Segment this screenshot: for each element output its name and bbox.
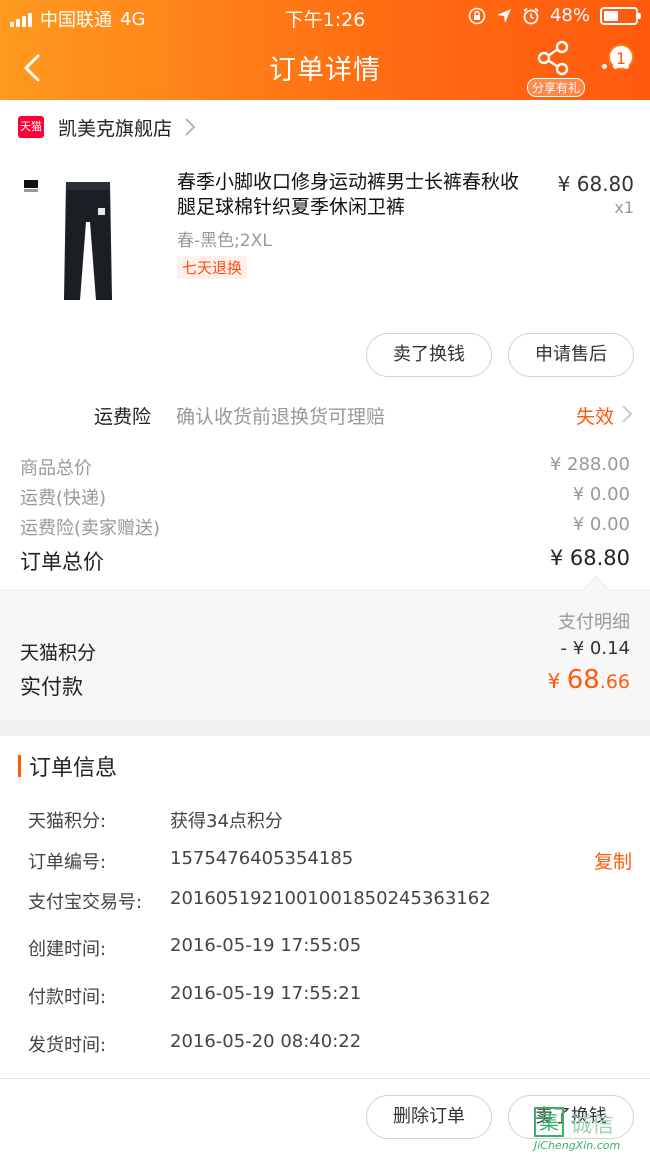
order-info-row: 发货时间: 2016-05-20 08:40:22: [28, 1028, 632, 1058]
watermark: 集 诚信 JiChengXin.com: [530, 1103, 648, 1155]
section-divider: [0, 720, 650, 736]
product-actions: 卖了换钱 申请售后: [366, 333, 634, 377]
battery-icon: [600, 6, 641, 25]
product-price: ¥ 68.80: [557, 172, 634, 196]
after-sales-button[interactable]: 申请售后: [508, 333, 634, 377]
paid-currency: ¥: [547, 669, 567, 693]
accent-bar: [18, 755, 21, 777]
delete-order-button[interactable]: 删除订单: [366, 1095, 492, 1139]
payment-detail-link[interactable]: 支付明细: [558, 608, 630, 634]
info-label: 天猫积分:: [28, 811, 107, 832]
product-sku: 春-黑色;2XL: [177, 231, 272, 251]
status-right: 48%: [468, 5, 641, 26]
nav-bar: 订单详情 分享有礼 1: [0, 34, 650, 100]
info-label: 支付宝交易号:: [28, 892, 143, 913]
product-title: 春季小脚收口修身运动裤男士长裤春秋收腿足球棉针织夏季休闲卫裤: [177, 171, 520, 218]
location-icon: [496, 8, 511, 23]
insurance-status: 失效: [575, 406, 614, 428]
lock-rotation-icon: [468, 7, 486, 24]
points-value: - ¥ 0.14: [560, 638, 630, 659]
product-thumbnail: [18, 172, 158, 312]
store-name: 凯美克旗舰店: [58, 117, 173, 140]
status-bar: 中国联通 4G 下午1:26 48%: [0, 0, 650, 34]
order-info-row: 订单编号: 1575476405354185 复制: [28, 845, 632, 875]
info-value: 2016-05-19 17:55:05: [170, 935, 362, 956]
chevron-right-icon: [185, 118, 196, 136]
summary-row: 运费(快递) ¥ 0.00: [0, 480, 650, 510]
summary-row: 运费险(卖家赠送) ¥ 0.00: [0, 510, 650, 540]
summary-value: ¥ 0.00: [572, 514, 630, 535]
points-label: 天猫积分: [20, 642, 97, 664]
summary-label: 商品总价: [20, 458, 92, 479]
info-label: 发货时间:: [28, 1035, 107, 1056]
summary-label: 运费险(卖家赠送): [20, 518, 161, 539]
order-total-value: ¥ 68.80: [549, 546, 630, 570]
info-value: 2016051921001001850245363162: [170, 888, 491, 909]
share-button[interactable]: 分享有礼: [524, 40, 586, 98]
payment-box: 支付明细 天猫积分 - ¥ 0.14 实付款 ¥ 68.66: [0, 575, 650, 720]
product-quantity: x1: [614, 198, 634, 217]
more-icon: [602, 64, 629, 69]
divider: [0, 1078, 650, 1079]
order-total-label: 订单总价: [20, 550, 104, 574]
watermark-logo: 集: [534, 1107, 564, 1137]
info-label: 创建时间:: [28, 939, 107, 960]
caret-up-icon: [581, 575, 611, 605]
tmall-logo: 天猫: [18, 116, 44, 138]
store-row[interactable]: 天猫 凯美克旗舰店: [0, 100, 650, 154]
summary-label: 运费(快递): [20, 488, 107, 509]
order-info-row: 创建时间: 2016-05-19 17:55:05: [28, 932, 632, 962]
paid-label: 实付款: [20, 675, 83, 699]
alarm-icon: [523, 7, 539, 24]
insurance-description: 确认收货前退换货可理赔: [176, 406, 386, 428]
product-item[interactable]: 春季小脚收口修身运动裤男士长裤春秋收腿足球棉针织夏季休闲卫裤 春-黑色;2XL …: [0, 160, 650, 320]
info-label: 付款时间:: [28, 987, 107, 1008]
chevron-right-icon: [622, 405, 632, 423]
price-summary: 商品总价 ¥ 288.00 运费(快递) ¥ 0.00 运费险(卖家赠送) ¥ …: [0, 450, 650, 580]
paid-amount: ¥ 68.66: [548, 665, 630, 695]
paid-decimal: .66: [599, 671, 630, 693]
order-total-row: 订单总价 ¥ 68.80: [0, 540, 650, 580]
info-value: 获得34点积分: [170, 811, 283, 832]
paid-integer: 68: [566, 665, 600, 695]
share-label: 分享有礼: [527, 78, 586, 97]
insurance-label: 运费险: [94, 406, 152, 428]
order-info-row: 支付宝交易号: 2016051921001001850245363162: [28, 885, 632, 915]
more-button[interactable]: 1: [598, 44, 638, 86]
summary-row: 商品总价 ¥ 288.00: [0, 450, 650, 480]
info-value: 2016-05-20 08:40:22: [170, 1031, 362, 1052]
info-label: 订单编号:: [28, 852, 107, 873]
battery-percent: 48%: [549, 5, 590, 26]
return-policy-tag: 七天退换: [177, 256, 248, 279]
shipping-insurance-row[interactable]: 运费险 确认收货前退换货可理赔 失效: [0, 392, 650, 436]
order-number[interactable]: 1575476405354185: [170, 848, 353, 869]
order-info-row: 天猫积分: 获得34点积分: [28, 804, 632, 834]
order-info-header: 订单信息: [18, 750, 117, 782]
info-value: 2016-05-19 17:55:21: [170, 983, 362, 1004]
header: 中国联通 4G 下午1:26 48% 订单详情 分享有礼 1: [0, 0, 650, 100]
copy-button[interactable]: 复制: [594, 847, 632, 874]
summary-value: ¥ 288.00: [549, 454, 630, 475]
order-info-row: 付款时间: 2016-05-19 17:55:21: [28, 980, 632, 1010]
order-info-title: 订单信息: [29, 756, 118, 781]
share-icon: [537, 40, 569, 76]
summary-value: ¥ 0.00: [572, 484, 630, 505]
watermark-url: JiChengXin.com: [534, 1139, 621, 1152]
watermark-text: 诚信: [570, 1113, 615, 1138]
resell-button[interactable]: 卖了换钱: [366, 333, 492, 377]
